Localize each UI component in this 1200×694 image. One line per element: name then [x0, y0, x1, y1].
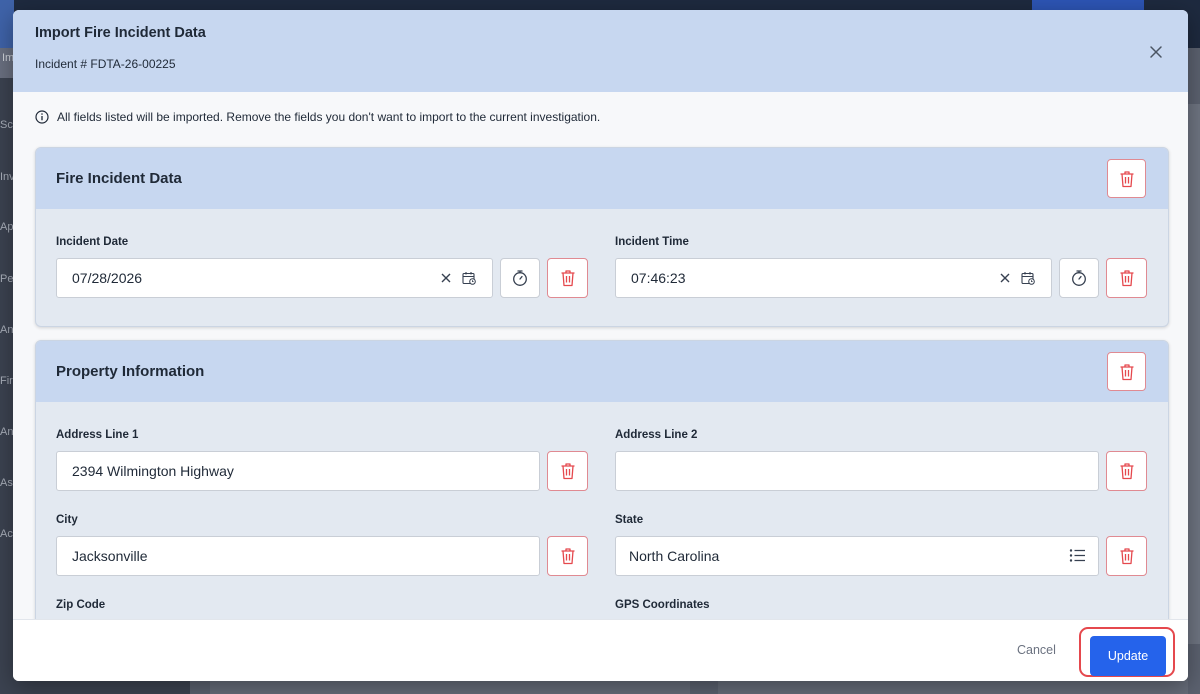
gps-coordinates-label: GPS Coordinates: [615, 599, 710, 611]
trash-icon: [1120, 548, 1133, 565]
import-dialog: Import Fire Incident Data Incident # FDT…: [13, 10, 1188, 681]
delete-field-button[interactable]: [547, 536, 588, 576]
app-logo-block: [0, 0, 14, 48]
sidebar-item-fragment: Pe: [0, 273, 14, 285]
delete-field-button[interactable]: [547, 258, 588, 298]
sidebar-item-fragment: Sc: [0, 119, 13, 131]
section-header: Fire Incident Data: [36, 148, 1168, 209]
sidebar-item-fragment: Fir: [0, 375, 13, 387]
state-label: State: [615, 514, 644, 526]
now-time-button[interactable]: [500, 258, 540, 298]
section-property-information: Property Information Address Line 1 Addr…: [35, 340, 1169, 619]
city-label: City: [56, 514, 78, 526]
delete-field-button[interactable]: [1106, 451, 1147, 491]
info-notice: All fields listed will be imported. Remo…: [35, 109, 600, 125]
app-tab-fragment: Im: [0, 48, 14, 78]
dialog-body[interactable]: All fields listed will be imported. Remo…: [13, 92, 1188, 619]
incident-number: Incident # FDTA-26-00225: [35, 57, 176, 71]
cancel-button[interactable]: Cancel: [1017, 643, 1056, 657]
stopwatch-icon: [513, 270, 527, 286]
app-right-strip: [1188, 104, 1200, 644]
city-input[interactable]: [56, 536, 540, 576]
section-title: Property Information: [56, 363, 205, 380]
address-line-2-label: Address Line 2: [615, 429, 698, 441]
sidebar-item-fragment: Ap: [0, 221, 14, 233]
address-line-2-input[interactable]: [615, 451, 1099, 491]
sidebar-item-fragment: Ac: [0, 528, 13, 540]
app-bottom-field: [210, 680, 690, 694]
sidebar-item-fragment: An: [0, 324, 14, 336]
address-line-1-label: Address Line 1: [56, 429, 139, 441]
clear-icon[interactable]: [999, 272, 1011, 284]
address-line-1-input[interactable]: [56, 451, 540, 491]
calendar-icon[interactable]: [462, 271, 476, 285]
section-fire-incident: Fire Incident Data Incident Date Inciden…: [35, 147, 1169, 327]
trash-icon: [1120, 270, 1133, 287]
trash-icon: [561, 463, 574, 480]
incident-time-label: Incident Time: [615, 236, 689, 248]
state-select[interactable]: [615, 536, 1099, 576]
close-button[interactable]: [1146, 42, 1166, 62]
section-header: Property Information: [36, 341, 1168, 402]
sidebar-item-fragment: An: [0, 426, 14, 438]
app-top-button: [1032, 0, 1144, 10]
delete-section-button[interactable]: [1107, 159, 1146, 198]
calendar-icon[interactable]: [1021, 271, 1035, 285]
trash-icon: [1120, 170, 1133, 187]
delete-section-button[interactable]: [1107, 352, 1146, 391]
close-icon: [1150, 46, 1162, 58]
delete-field-button[interactable]: [1106, 258, 1147, 298]
incident-date-input[interactable]: [56, 258, 493, 298]
zip-code-label: Zip Code: [56, 599, 106, 611]
trash-icon: [1120, 363, 1133, 380]
update-button[interactable]: Update: [1090, 636, 1166, 676]
section-title: Fire Incident Data: [56, 170, 182, 187]
sidebar-item-fragment: As: [0, 477, 13, 489]
clear-icon[interactable]: [440, 272, 452, 284]
sidebar-item-fragment: Inv: [0, 171, 14, 183]
stopwatch-icon: [1072, 270, 1086, 286]
trash-icon: [561, 548, 574, 565]
delete-field-button[interactable]: [1106, 536, 1147, 576]
dialog-footer: Cancel Update: [13, 619, 1188, 681]
now-time-button[interactable]: [1059, 258, 1099, 298]
incident-time-input[interactable]: [615, 258, 1052, 298]
trash-icon: [1120, 463, 1133, 480]
info-text: All fields listed will be imported. Remo…: [57, 110, 601, 124]
info-icon: [35, 110, 49, 124]
delete-field-button[interactable]: [547, 451, 588, 491]
list-icon[interactable]: [1069, 548, 1086, 563]
trash-icon: [561, 270, 574, 287]
incident-date-label: Incident Date: [56, 236, 129, 248]
dialog-header: Import Fire Incident Data Incident # FDT…: [13, 10, 1188, 92]
dialog-title: Import Fire Incident Data: [35, 25, 206, 41]
app-bottom-field: [718, 680, 1188, 694]
